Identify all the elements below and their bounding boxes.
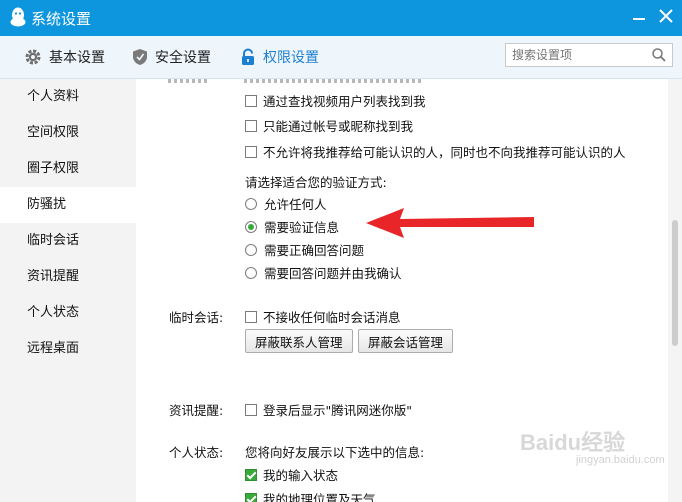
radio-need-verify[interactable]: 需要验证信息: [245, 217, 339, 236]
option-no-recommend[interactable]: 不允许将我推荐给可能认识的人，同时也不向我推荐可能认识的人: [245, 142, 626, 161]
block-sessions-button[interactable]: 屏蔽会话管理: [358, 329, 454, 353]
qq-penguin-icon: [10, 7, 26, 27]
radio-label: 需要验证信息: [264, 220, 340, 235]
radio[interactable]: [245, 197, 257, 210]
sidebar-item-remote-desktop[interactable]: 远程桌面: [0, 331, 136, 367]
option-label: 我的地理位置及天气: [263, 492, 376, 502]
minimize-icon[interactable]: [628, 6, 650, 26]
status-prompt: 您将向好友展示以下选中的信息:: [245, 445, 425, 460]
baidu-watermark: Baidu经验 jingyan.baidu.com: [520, 425, 665, 466]
title-bar: 系统设置: [0, 0, 682, 36]
option-typing-status[interactable]: 我的输入状态: [245, 465, 338, 484]
option-label: 登录后显示"腾讯网迷你版": [263, 403, 412, 418]
radio-answer-question[interactable]: 需要正确回答问题: [245, 240, 364, 259]
sidebar-item-circle[interactable]: 圈子权限: [0, 151, 136, 187]
checkbox[interactable]: [245, 310, 257, 323]
scrolled-off-text: [244, 79, 424, 83]
sidebar-item-temp-session[interactable]: 临时会话: [0, 223, 136, 259]
option-label: 不接收任何临时会话消息: [263, 310, 401, 325]
gear-icon: [25, 49, 41, 65]
option-label: 只能通过帐号或昵称找到我: [263, 119, 414, 134]
block-contacts-button[interactable]: 屏蔽联系人管理: [245, 329, 353, 353]
status-label: 个人状态:: [169, 445, 224, 460]
radio-selected[interactable]: [245, 220, 257, 233]
radio-allow-anyone[interactable]: 允许任何人: [245, 194, 327, 213]
temp-session-label: 临时会话:: [169, 310, 224, 325]
watermark-text: Baidu经验: [520, 430, 626, 455]
option-label: 通过查找视频用户列表找到我: [263, 94, 426, 109]
radio-label: 需要回答问题并由我确认: [264, 266, 402, 281]
checkbox[interactable]: [245, 145, 257, 158]
tab-basic-label: 基本设置: [49, 50, 105, 66]
tab-permission-settings[interactable]: 权限设置: [240, 45, 319, 69]
sidebar-item-profile[interactable]: 个人资料: [0, 79, 136, 115]
close-icon[interactable]: [655, 6, 677, 26]
content-scrollbar-thumb[interactable]: [672, 220, 678, 346]
radio-label: 允许任何人: [264, 197, 327, 212]
radio-answer-and-confirm[interactable]: 需要回答问题并由我确认: [245, 263, 402, 282]
shield-icon: [133, 49, 147, 65]
option-show-tencent-mini[interactable]: 登录后显示"腾讯网迷你版": [245, 400, 412, 419]
checkbox[interactable]: [245, 403, 257, 416]
tab-security-settings[interactable]: 安全设置: [132, 45, 211, 69]
tab-basic-settings[interactable]: 基本设置: [24, 45, 105, 69]
settings-sidebar: 个人资料 空间权限 圈子权限 防骚扰 临时会话 资讯提醒 个人状态 远程桌面: [0, 79, 136, 502]
checkbox[interactable]: [245, 94, 257, 107]
search-input[interactable]: [506, 44, 654, 66]
window-title: 系统设置: [31, 10, 92, 28]
search-icon[interactable]: [651, 47, 667, 63]
option-location-weather[interactable]: 我的地理位置及天气: [245, 489, 376, 502]
news-label: 资讯提醒:: [169, 403, 224, 418]
verify-prompt: 请选择适合您的验证方式:: [245, 175, 387, 190]
option-label: 不允许将我推荐给可能认识的人，同时也不向我推荐可能认识的人: [263, 145, 626, 160]
checkbox-checked[interactable]: [245, 468, 257, 481]
watermark-sub: jingyan.baidu.com: [576, 454, 665, 466]
sidebar-item-news[interactable]: 资讯提醒: [0, 259, 136, 295]
option-label: 我的输入状态: [263, 468, 339, 483]
red-arrow-annotation: [366, 208, 534, 238]
lock-icon: [242, 48, 254, 65]
option-no-temp-session[interactable]: 不接收任何临时会话消息: [245, 307, 401, 326]
tab-security-label: 安全设置: [155, 50, 211, 66]
tab-permission-label: 权限设置: [263, 50, 319, 66]
checkbox[interactable]: [245, 119, 257, 132]
radio[interactable]: [245, 243, 257, 256]
radio-label: 需要正确回答问题: [264, 243, 365, 258]
checkbox-checked[interactable]: [245, 492, 257, 502]
sidebar-item-space[interactable]: 空间权限: [0, 115, 136, 151]
scrolled-off-text: [168, 79, 208, 83]
sidebar-item-status[interactable]: 个人状态: [0, 295, 136, 331]
option-video-list[interactable]: 通过查找视频用户列表找到我: [245, 91, 426, 110]
sidebar-item-anti-harass[interactable]: 防骚扰: [0, 187, 136, 223]
option-account-only[interactable]: 只能通过帐号或昵称找到我: [245, 116, 413, 135]
search-box[interactable]: [505, 43, 673, 67]
radio[interactable]: [245, 266, 257, 279]
